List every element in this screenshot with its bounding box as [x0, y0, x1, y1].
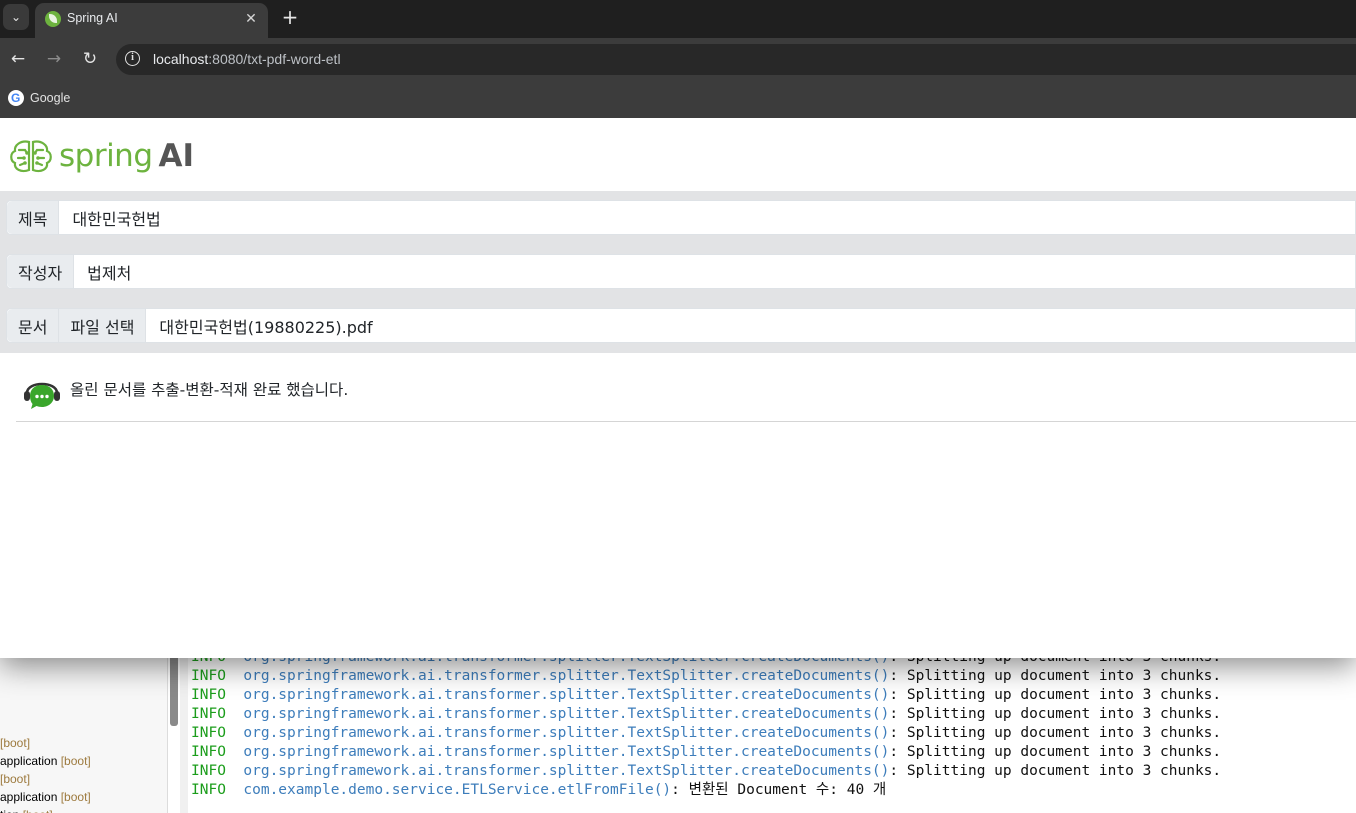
author-row: 작성자 법제처: [6, 254, 1356, 289]
log-level: INFO: [191, 763, 226, 779]
log-line: INFO com.example.demo.service.ETLService…: [191, 781, 1221, 800]
tree-item[interactable]: [boot]: [0, 770, 91, 788]
tree-item[interactable]: [boot]: [0, 734, 91, 752]
log-message: : Splitting up document into 3 chunks.: [889, 687, 1222, 703]
spring-leaf-icon: [45, 11, 61, 27]
back-arrow-icon[interactable]: ←: [5, 46, 31, 72]
log-source: org.springframework.ai.transformer.split…: [243, 668, 890, 684]
log-source: com.example.demo.service.ETLService.etlF…: [243, 782, 672, 798]
log-source: org.springframework.ai.transformer.split…: [243, 706, 890, 722]
upload-form: 제목 대한민국헌법 작성자 법제처 문서 파일 선택 대한민국헌법(198802…: [0, 191, 1356, 353]
tree-item-name: tion: [0, 808, 19, 813]
browser-toolbar: ← → ↻ i localhost:8080/txt-pdf-word-etl: [0, 38, 1356, 80]
tab-search-button[interactable]: ⌄: [3, 4, 29, 30]
author-label: 작성자: [7, 255, 75, 288]
log-source: org.springframework.ai.transformer.split…: [243, 763, 890, 779]
bookmark-google[interactable]: G Google: [8, 89, 70, 107]
title-input[interactable]: 대한민국헌법: [59, 201, 173, 234]
log-source: org.springframework.ai.transformer.split…: [243, 687, 890, 703]
bookmark-label: Google: [30, 91, 71, 105]
log-level: INFO: [191, 782, 226, 798]
file-choose-button[interactable]: 파일 선택: [59, 309, 147, 342]
console-gutter: [180, 640, 188, 813]
project-tree: [boot] application [boot] [boot] applicati…: [0, 734, 91, 813]
tree-item-tag: [boot]: [60, 790, 91, 804]
tree-item[interactable]: tion [boot]: [0, 806, 91, 813]
browser-window: ⌄ Spring AI ✕ + ← → ↻ i localhost:8080/t…: [0, 0, 1356, 658]
log-line: INFO org.springframework.ai.transformer.…: [191, 667, 1221, 686]
log-source: org.springframework.ai.transformer.split…: [243, 744, 890, 760]
chat-message-text: 올린 문서를 추출-변환-적재 완료 했습니다.: [70, 381, 349, 399]
document-label: 문서: [7, 309, 60, 342]
google-icon: G: [8, 90, 24, 106]
support-headset-icon: [24, 382, 60, 409]
tab-spring-ai[interactable]: Spring AI ✕: [35, 3, 268, 38]
title-label: 제목: [7, 201, 60, 234]
log-message: : Splitting up document into 3 chunks.: [889, 668, 1222, 684]
log-level: INFO: [191, 668, 226, 684]
log-line: INFO org.springframework.ai.transformer.…: [191, 762, 1221, 781]
address-bar[interactable]: i localhost:8080/txt-pdf-word-etl: [116, 44, 1356, 75]
log-message: : 변환된 Document 수: 40 개: [671, 782, 887, 798]
site-info-icon[interactable]: i: [125, 51, 140, 66]
log-line: INFO org.springframework.ai.transformer.…: [191, 743, 1221, 762]
tree-item-name: application: [0, 754, 58, 768]
brand-ai: AI: [158, 138, 195, 174]
tree-item-name: application: [0, 790, 58, 804]
tree-item[interactable]: application [boot]: [0, 788, 91, 806]
bookmarks-bar: G Google: [0, 80, 1356, 118]
brand-spring: spring: [59, 138, 153, 174]
page-content: spring AI 제목 대한민국헌법 작성자 법제처 문서 파일 선택 대한민…: [0, 118, 1356, 658]
title-row: 제목 대한민국헌법: [6, 200, 1356, 235]
url-host: localhost: [153, 51, 209, 67]
forward-arrow-icon[interactable]: →: [41, 46, 67, 72]
log-message: : Splitting up document into 3 chunks.: [889, 763, 1222, 779]
tab-title: Spring AI: [67, 11, 118, 25]
log-level: INFO: [191, 706, 226, 722]
console-output: INFO org.springframework.ai.transformer.…: [191, 648, 1221, 800]
log-level: INFO: [191, 687, 226, 703]
document-row: 문서 파일 선택 대한민국헌법(19880225).pdf: [6, 308, 1356, 343]
log-line: INFO org.springframework.ai.transformer.…: [191, 686, 1221, 705]
url-path: :8080/txt-pdf-word-etl: [208, 51, 341, 67]
file-name: 대한민국헌법(19880225).pdf: [159, 317, 373, 337]
tree-item-tag: [boot]: [0, 772, 31, 786]
tab-strip: ⌄ Spring AI ✕ +: [0, 0, 1356, 38]
log-line: INFO org.springframework.ai.transformer.…: [191, 705, 1221, 724]
new-tab-button[interactable]: +: [278, 4, 302, 30]
log-message: : Splitting up document into 3 chunks.: [889, 744, 1222, 760]
reload-icon[interactable]: ↻: [77, 46, 103, 72]
chat-message: 올린 문서를 추출-변환-적재 완료 했습니다.: [16, 353, 1356, 422]
author-input[interactable]: 법제처: [74, 255, 144, 288]
tree-item-tag: [boot]: [0, 736, 31, 750]
log-line: INFO org.springframework.ai.transformer.…: [191, 724, 1221, 743]
log-level: INFO: [191, 725, 226, 741]
log-message: : Splitting up document into 3 chunks.: [889, 706, 1222, 722]
url-text[interactable]: localhost:8080/txt-pdf-word-etl: [153, 51, 341, 67]
tree-item[interactable]: application [boot]: [0, 752, 91, 770]
brain-circuit-icon: [10, 140, 52, 173]
log-source: org.springframework.ai.transformer.split…: [243, 725, 890, 741]
tree-item-tag: [boot]: [23, 808, 53, 813]
tree-item-tag: [boot]: [60, 754, 91, 768]
close-icon[interactable]: ✕: [242, 10, 260, 28]
log-level: INFO: [191, 744, 226, 760]
spring-ai-logo: spring AI: [9, 138, 194, 174]
log-message: : Splitting up document into 3 chunks.: [889, 725, 1222, 741]
